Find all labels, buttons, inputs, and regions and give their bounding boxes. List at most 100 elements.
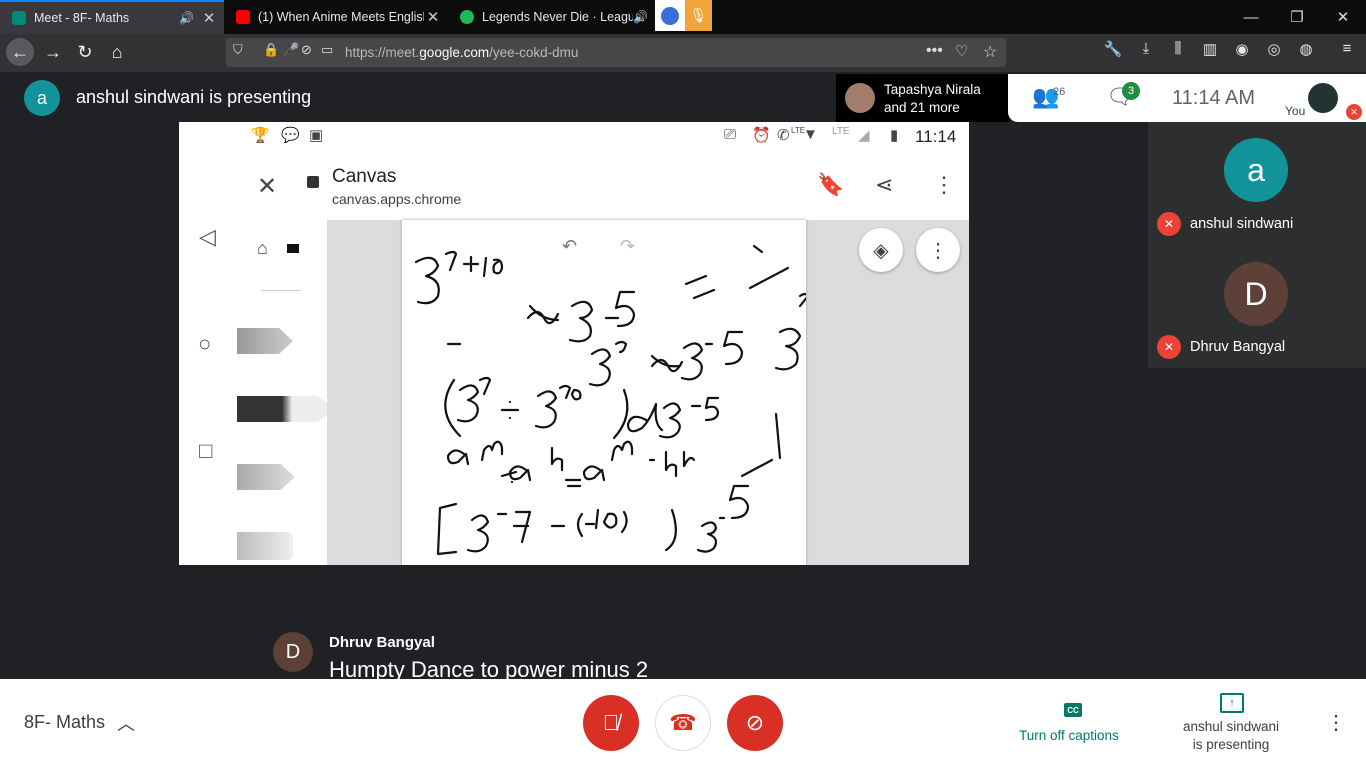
caption-speaker-avatar: D	[273, 632, 313, 672]
tab-spotify[interactable]: Legends Never Die · League 🔊	[448, 0, 654, 34]
url-domain: google.com	[419, 45, 490, 60]
people-count: 26	[1053, 86, 1066, 98]
screen-share-icon[interactable]: ▭	[321, 42, 333, 58]
home-icon[interactable]: ⌂	[103, 38, 131, 66]
share-icon: ⋖	[875, 172, 894, 197]
close-tab-icon[interactable]: ✕	[200, 9, 218, 27]
download-icon[interactable]: ⤓	[1133, 40, 1159, 57]
tab-label: Meet - 8F- Maths	[34, 11, 130, 25]
lock-icon	[307, 176, 319, 188]
android-recents-icon: □	[199, 438, 213, 463]
chevron-up-icon[interactable]: ︿	[117, 710, 135, 736]
signal-icon: ◢	[858, 127, 870, 144]
trophy-icon: 🏆	[251, 127, 270, 144]
participant-tiles: a ✕ anshul sindwani D ✕ Dhruv Bangyal	[1148, 122, 1366, 368]
android-back-icon: ◁	[199, 224, 216, 249]
tool-panel: ⌂	[237, 220, 337, 565]
lock-icon[interactable]: 🔒	[263, 42, 279, 58]
status-time: 11:14	[915, 127, 957, 146]
presenting-title: anshul sindwani is presenting	[76, 87, 312, 107]
chat-badge: 3	[1122, 82, 1140, 100]
close-window-icon[interactable]: ✕	[1320, 0, 1366, 34]
microphone-sharing-icon[interactable]: 🎙	[685, 0, 712, 31]
chalk-tool-icon	[237, 532, 293, 560]
tab-label: (1) When Anime Meets English	[258, 10, 424, 24]
marker-tool-icon	[237, 464, 295, 490]
tab-meet[interactable]: Meet - 8F- Maths 🔊 ✕	[0, 0, 224, 34]
extension-color-icon[interactable]: ◎	[1261, 40, 1287, 58]
participant-name: anshul sindwani	[1190, 216, 1294, 232]
leave-call-button[interactable]: ☎	[655, 695, 711, 751]
wrench-icon[interactable]: 🔧	[1100, 40, 1126, 58]
meet-favicon-icon	[12, 11, 26, 25]
account-icon[interactable]: ◉	[1229, 40, 1255, 58]
page-title: Canvas	[332, 166, 397, 187]
present-screen-icon[interactable]: ↑	[1220, 693, 1244, 713]
lte-label: LTE	[832, 126, 850, 137]
tab-label: Legends Never Die · League	[482, 10, 634, 24]
pen-tool-icon	[237, 396, 337, 422]
library-icon[interactable]: ⫼	[1165, 40, 1191, 57]
more-vert-icon: ⋮	[933, 172, 955, 197]
self-avatar[interactable]	[1308, 83, 1338, 113]
handwriting-sketch	[414, 244, 806, 556]
more-options-icon[interactable]: ⋮	[1326, 710, 1346, 735]
page-url: canvas.apps.chrome	[332, 191, 462, 207]
home-icon: ⌂	[257, 238, 268, 258]
divider	[261, 290, 301, 291]
speaker-icon[interactable]: 🔊	[179, 11, 194, 25]
minimize-icon[interactable]: —	[1228, 0, 1274, 34]
bookmark-star-icon[interactable]: ☆	[983, 42, 997, 62]
close-tab-icon[interactable]: ✕	[424, 8, 442, 26]
tab-youtube[interactable]: (1) When Anime Meets English ✕	[224, 0, 448, 34]
forward-icon[interactable]: →	[39, 38, 67, 66]
pencil-tool-icon	[237, 328, 293, 354]
firefox-icon[interactable]	[655, 0, 685, 31]
message-icon: 💬	[281, 127, 300, 144]
alarm-icon: ⏰	[752, 127, 771, 144]
url-prefix: https://meet.	[345, 45, 420, 60]
you-label: You	[1285, 104, 1306, 118]
microphone-permission-icon[interactable]: 🎤	[283, 42, 299, 58]
turn-off-captions-button[interactable]: Turn off captions	[1019, 728, 1119, 743]
restore-icon[interactable]: ❐	[1274, 0, 1320, 34]
reload-icon[interactable]: ↻	[71, 38, 99, 66]
url-path: /yee-cokd-dmu	[489, 45, 579, 60]
bookmark-icon: 🔖	[817, 172, 845, 197]
camera-blocked-icon[interactable]: ⊘	[301, 42, 312, 58]
back-icon[interactable]: ←	[6, 38, 34, 66]
caption-speaker-name: Dhruv Bangyal	[329, 634, 435, 651]
captions-icon[interactable]: CC	[1064, 703, 1082, 717]
android-home-icon: ○	[198, 331, 212, 356]
mic-off-icon: 🎙̸	[602, 710, 620, 735]
camera-off-icon: ⊘	[745, 710, 765, 735]
participant-name: Tapashya Nirala	[884, 82, 981, 97]
shield-icon[interactable]: ⛉	[233, 42, 243, 58]
speaker-icon[interactable]: 🔊	[633, 10, 648, 24]
participant-avatar: a	[1224, 138, 1288, 202]
close-icon: ✕	[257, 173, 278, 200]
wifi-icon: ▼	[803, 126, 818, 143]
mic-off-icon: ✕	[1346, 104, 1362, 120]
participant-avatar: D	[1224, 262, 1288, 326]
call-icon: ✆	[777, 127, 790, 144]
meeting-details-button[interactable]: 8F- Maths	[24, 712, 105, 733]
page-actions-icon[interactable]: •••	[926, 42, 943, 60]
menu-icon[interactable]: ≡	[1334, 40, 1360, 57]
layers-icon: ◈	[859, 228, 903, 272]
cast-icon: ⎚	[724, 126, 737, 143]
pocket-icon[interactable]: ♡	[955, 42, 968, 60]
participant-more: and 21 more	[884, 100, 960, 115]
url-bar[interactable]	[226, 38, 1006, 67]
url-text[interactable]: https://meet.google.com/yee-cokd-dmu	[345, 45, 578, 60]
presentation-button[interactable]: anshul sindwani is presenting	[1178, 718, 1284, 754]
youtube-favicon-icon	[236, 10, 250, 24]
sidebar-icon[interactable]: ▥	[1197, 40, 1223, 58]
microphone-toggle-button[interactable]: 🎙̸	[583, 695, 639, 751]
mic-off-icon: ✕	[1157, 212, 1181, 236]
camera-toggle-button[interactable]: ⊘	[727, 695, 783, 751]
battery-icon: ▮	[890, 127, 899, 144]
mic-off-icon: ✕	[1157, 335, 1181, 359]
extension-chat-icon[interactable]: ◍	[1293, 40, 1319, 58]
participants-chip-text: Tapashya Nirala and 21 more	[884, 81, 981, 117]
